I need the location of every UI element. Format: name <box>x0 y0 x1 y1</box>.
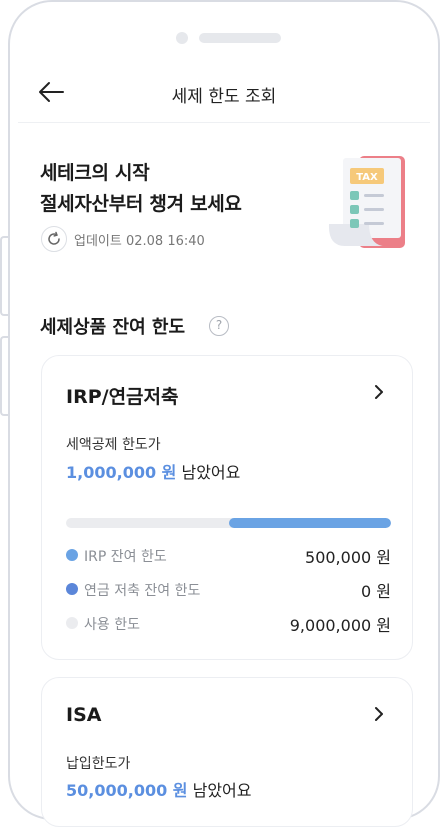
hero-title-line-2: 절세자산부터 챙겨 보세요 <box>40 193 242 215</box>
isa-card[interactable]: ISA 납입한도가 50,000,000 원 남았어요 <box>41 677 413 827</box>
legend-row-irp: IRP 잔여 한도 500,000 원 <box>66 544 391 567</box>
legend-dot <box>66 617 78 629</box>
legend-value: 9,000,000 원 <box>289 616 391 635</box>
remaining-amount: 1,000,000 원 <box>66 463 177 482</box>
remaining-amount-line: 50,000,000 원 남았어요 <box>66 777 252 801</box>
chevron-right-icon[interactable] <box>372 382 386 402</box>
legend-dot <box>66 583 78 595</box>
chevron-right-icon[interactable] <box>372 704 386 724</box>
remaining-amount-suffix: 남았어요 <box>192 781 252 800</box>
section-title: 세제상품 잔여 한도 <box>40 317 186 338</box>
card-subtitle: 세액공제 한도가 <box>66 437 161 453</box>
page-title: 세제 한도 조회 <box>171 87 277 107</box>
legend-dot <box>66 549 78 561</box>
card-subtitle: 납입한도가 <box>66 756 131 772</box>
hero-title-line-1: 세테크의 시작 <box>40 162 150 184</box>
side-button-lower <box>0 336 8 416</box>
legend-label: 사용 한도 <box>84 617 140 633</box>
top-app-bar: 세제 한도 조회 <box>18 60 430 123</box>
help-icon[interactable]: ? <box>209 316 229 336</box>
legend-label: 연금 저축 잔여 한도 <box>84 583 201 599</box>
card-title: IRP/연금저축 <box>66 386 179 408</box>
remaining-amount: 50,000,000 원 <box>66 781 188 800</box>
camera-dot <box>176 32 188 44</box>
refresh-icon <box>48 231 60 245</box>
side-button-upper <box>0 236 8 316</box>
legend-row-used: 사용 한도 9,000,000 원 <box>66 612 391 635</box>
irp-pension-card[interactable]: IRP/연금저축 세액공제 한도가 1,000,000 원 남았어요 IRP 잔… <box>41 355 413 660</box>
progress-fill <box>228 518 391 528</box>
legend-value: 0 원 <box>361 582 391 601</box>
legend-row-pension: 연금 저축 잔여 한도 0 원 <box>66 578 391 601</box>
usage-progress-bar <box>66 518 391 528</box>
tax-document-illustration: TAX <box>325 154 407 252</box>
speaker-bar <box>199 33 281 43</box>
card-title: ISA <box>66 704 102 726</box>
tax-label: TAX <box>356 172 378 183</box>
refresh-button[interactable] <box>41 226 67 252</box>
legend-value: 500,000 원 <box>305 548 391 567</box>
legend-label: IRP 잔여 한도 <box>84 549 167 565</box>
remaining-amount-suffix: 남았어요 <box>181 463 241 482</box>
update-timestamp: 업데이트 02.08 16:40 <box>74 234 205 249</box>
remaining-amount-line: 1,000,000 원 남았어요 <box>66 459 240 483</box>
